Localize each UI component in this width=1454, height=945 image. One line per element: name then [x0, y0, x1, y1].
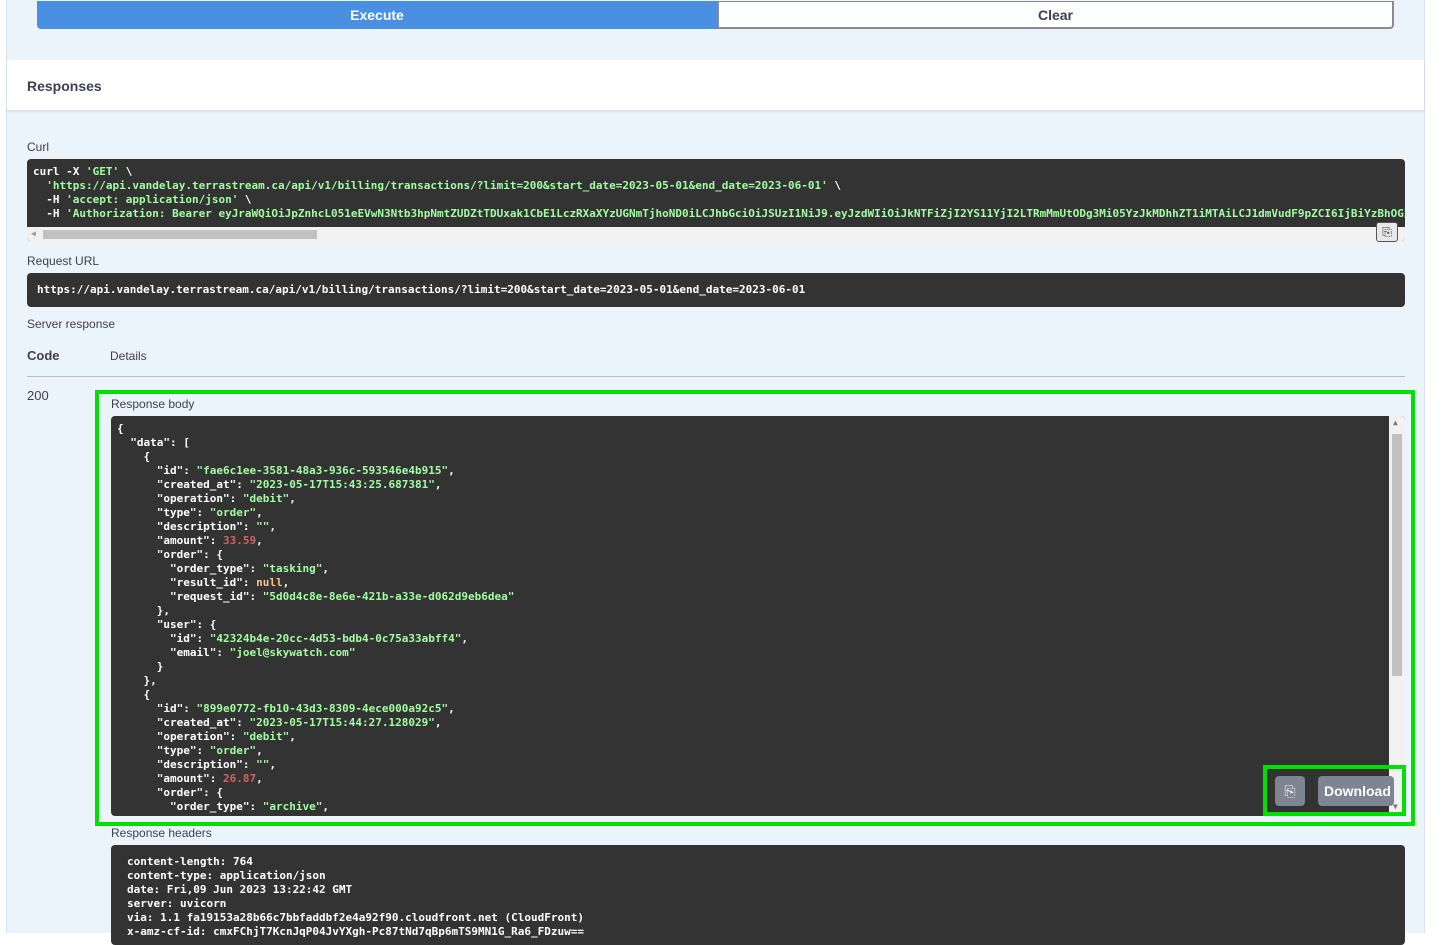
copy-to-clipboard-icon[interactable]: ⎘	[1376, 222, 1398, 242]
scrollbar-thumb[interactable]	[43, 230, 317, 239]
responses-header: Responses	[7, 60, 1424, 111]
curl-horizontal-scrollbar[interactable]: ◀	[27, 227, 1405, 241]
curl-label: Curl	[27, 140, 50, 154]
server-response-label: Server response	[27, 317, 116, 331]
curl-line: -H 'accept: application/json' \	[33, 193, 252, 206]
table-divider	[27, 376, 1405, 377]
curl-line: 'https://api.vandelay.terrastream.ca/api…	[33, 179, 841, 192]
header-line: content-length: 764	[127, 855, 253, 868]
request-url-value: https://api.vandelay.terrastream.ca/api/…	[37, 283, 806, 296]
header-line: x-amz-cf-id: cmxFChjT7KcnJqP04JvYXgh-Pc8…	[127, 925, 584, 938]
details-column-header: Details	[110, 349, 147, 363]
curl-code-block[interactable]: curl -X 'GET' \ 'https://api.vandelay.te…	[27, 159, 1405, 241]
scroll-left-arrow-icon[interactable]: ◀	[31, 229, 36, 238]
execute-button[interactable]: Execute	[37, 1, 717, 29]
highlight-frame-actions	[1263, 765, 1406, 816]
header-line: content-type: application/json	[127, 869, 326, 882]
request-url-block: https://api.vandelay.terrastream.ca/api/…	[27, 273, 1405, 307]
curl-line: -H 'Authorization: Bearer eyJraWQiOiJpZn…	[33, 207, 1405, 220]
header-line: date: Fri,09 Jun 2023 13:22:42 GMT	[127, 883, 353, 896]
clear-button[interactable]: Clear	[717, 1, 1394, 29]
highlight-frame-response-body	[95, 390, 1415, 826]
code-column-header: Code	[27, 348, 60, 363]
response-headers-block[interactable]: content-length: 764 content-type: applic…	[111, 845, 1405, 945]
responses-title: Responses	[27, 78, 102, 94]
header-line: server: uvicorn	[127, 897, 227, 910]
header-line: via: 1.1 fa19153a28b66c7bbfaddbf2e4a92f9…	[127, 911, 584, 924]
response-code: 200	[27, 388, 49, 403]
response-headers-label: Response headers	[111, 826, 212, 840]
curl-line: curl -X 'GET' \	[33, 165, 133, 178]
request-url-label: Request URL	[27, 254, 100, 268]
